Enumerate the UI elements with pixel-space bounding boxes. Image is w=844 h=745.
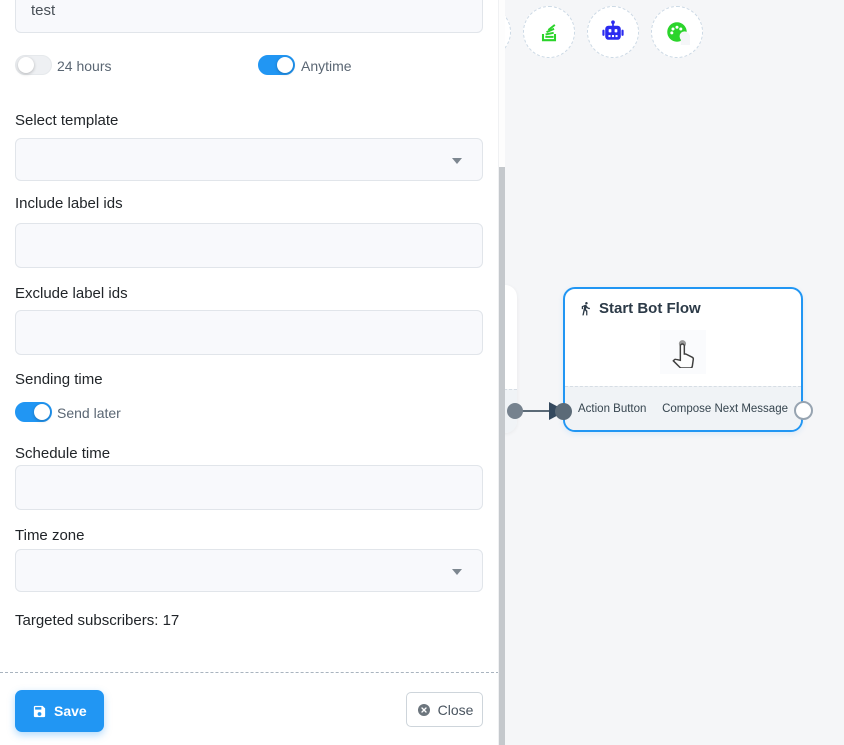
node-output-port[interactable] [794, 401, 813, 420]
chevron-down-icon [452, 569, 462, 575]
broadcast-title-input[interactable] [15, 0, 483, 33]
node-header: Start Bot Flow [565, 289, 801, 317]
flow-canvas[interactable]: Start Bot Flow Action Button Compose Nex… [505, 0, 844, 745]
include-label-ids-input[interactable] [15, 223, 483, 268]
toggle-knob [277, 57, 293, 73]
toolbar-circle[interactable] [651, 6, 703, 58]
hand-pointer-icon [667, 336, 699, 368]
stack-icon [536, 19, 562, 45]
time-zone-select[interactable] [15, 549, 483, 592]
schedule-time-label: Schedule time [15, 445, 110, 462]
start-bot-flow-node[interactable]: Start Bot Flow Action Button Compose Nex… [563, 287, 803, 432]
broadcast-settings-panel: 24 hours Anytime Select template Include… [0, 0, 499, 745]
targeted-subscribers-count: 17 [163, 612, 180, 629]
toolbar-circle[interactable] [587, 6, 639, 58]
schedule-time-input[interactable] [15, 465, 483, 510]
24-hours-label: 24 hours [57, 58, 111, 74]
save-button[interactable]: Save [15, 690, 104, 732]
walking-person-icon [578, 301, 593, 316]
select-template-label: Select template [15, 112, 118, 129]
footer-divider [0, 672, 499, 673]
send-later-label: Send later [57, 405, 121, 421]
close-button[interactable]: Close [406, 692, 483, 727]
node-footer: Action Button Compose Next Message [565, 386, 801, 430]
toggle-knob [34, 404, 50, 420]
hand-cursor-overlay [660, 330, 706, 374]
toggle-knob [18, 57, 34, 73]
send-later-toggle[interactable] [15, 402, 52, 422]
compose-next-message-label[interactable]: Compose Next Message [662, 403, 788, 415]
time-zone-label: Time zone [15, 527, 84, 544]
chevron-down-icon [452, 158, 462, 164]
action-button-label[interactable]: Action Button [578, 403, 646, 415]
toolbar-circle[interactable] [523, 6, 575, 58]
node-input-port[interactable] [555, 403, 572, 420]
node-title: Start Bot Flow [599, 300, 701, 317]
bot-flow-builder: 24 hours Anytime Select template Include… [0, 0, 844, 745]
save-icon [32, 704, 47, 719]
24-hours-toggle[interactable] [15, 55, 52, 75]
exclude-label-ids-label: Exclude label ids [15, 285, 128, 302]
anytime-toggle[interactable] [258, 55, 295, 75]
anytime-label: Anytime [301, 58, 352, 74]
targeted-subscribers-text: Targeted subscribers: 17 [15, 612, 179, 629]
sending-time-label: Sending time [15, 371, 103, 388]
exclude-label-ids-input[interactable] [15, 310, 483, 355]
template-select[interactable] [15, 138, 483, 181]
palette-icon [664, 19, 690, 45]
close-circle-icon [416, 702, 432, 718]
include-label-ids-label: Include label ids [15, 195, 123, 212]
robot-icon [600, 19, 626, 45]
connector-source-port[interactable] [507, 403, 523, 419]
toolbar-circle-partial[interactable] [505, 6, 511, 58]
